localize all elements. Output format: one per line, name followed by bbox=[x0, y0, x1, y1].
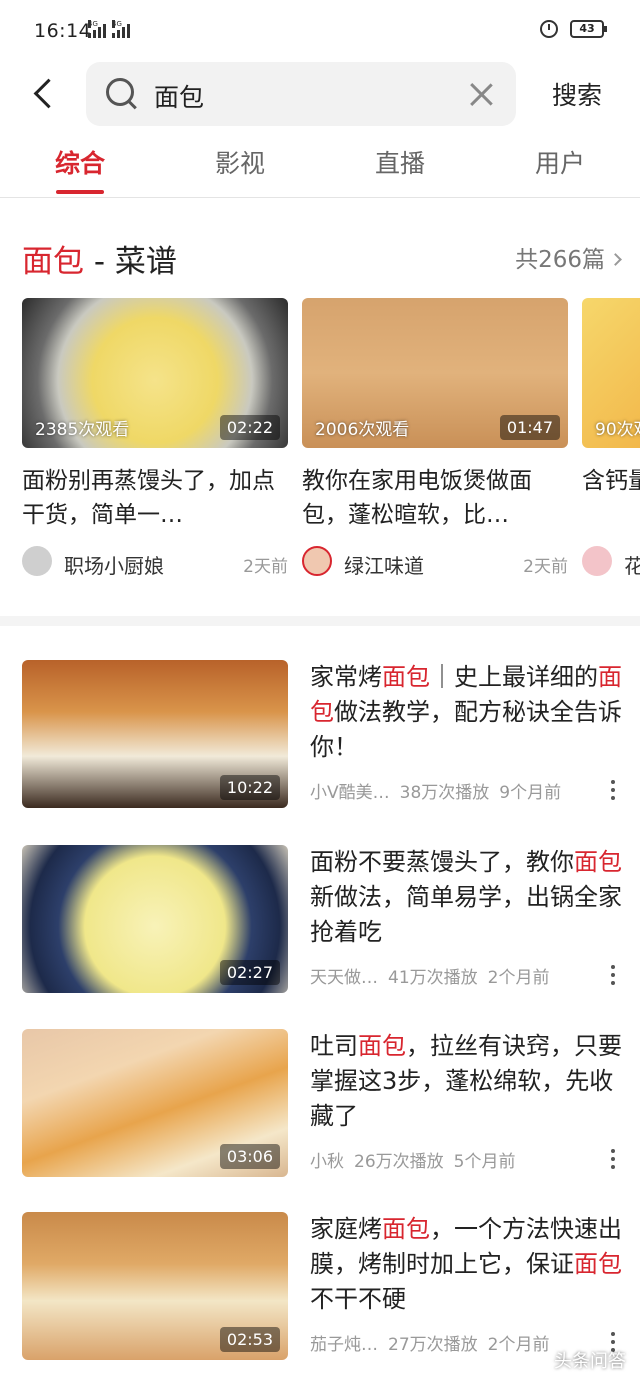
avatar bbox=[302, 546, 332, 576]
video-thumbnail: 10:22 bbox=[22, 660, 288, 808]
recipe-thumbnail: 2006次观看 01:47 bbox=[302, 298, 568, 448]
alarm-icon bbox=[540, 20, 558, 38]
video-author: 小V酷美… bbox=[310, 783, 390, 803]
video-author: 天天做… bbox=[310, 968, 378, 988]
recipe-card[interactable]: 2385次观看 02:22 面粉别再蒸馒头了，加点干货，简单一… 职场小厨娘 2… bbox=[22, 298, 288, 578]
tab-bar: 综合 影视 直播 用户 bbox=[0, 140, 640, 198]
recipe-title: 含钙量倍，多 bbox=[582, 468, 640, 494]
clear-icon[interactable] bbox=[468, 81, 494, 107]
video-time: 2个月前 bbox=[487, 968, 550, 988]
more-options-icon[interactable] bbox=[610, 780, 616, 802]
video-title: 家常烤面包｜史上最详细的面包做法教学，配方秘诀全告诉你！ bbox=[310, 663, 622, 761]
video-list-item[interactable]: 02:27 面粉不要蒸馒头了，教你面包新做法，简单易学，出锅全家抢着吃 天天做…… bbox=[22, 845, 622, 995]
more-options-icon[interactable] bbox=[610, 965, 616, 987]
recipe-author: 职场小厨娘 bbox=[64, 554, 164, 578]
video-time: 5个月前 bbox=[453, 1152, 516, 1172]
avatar bbox=[22, 546, 52, 576]
recipe-title: 教你在家用电饭煲做面包，蓬松暄软，比… bbox=[302, 468, 532, 528]
recipe-time: 2天前 bbox=[243, 557, 288, 577]
search-input[interactable]: 面包 bbox=[86, 62, 516, 126]
back-button[interactable] bbox=[26, 74, 62, 114]
recipe-thumbnail: 2385次观看 02:22 bbox=[22, 298, 288, 448]
tab-film[interactable]: 影视 bbox=[200, 144, 280, 180]
video-plays: 27万次播放 bbox=[388, 1335, 478, 1355]
video-list-item[interactable]: 10:22 家常烤面包｜史上最详细的面包做法教学，配方秘诀全告诉你！ 小V酷美…… bbox=[22, 660, 622, 810]
video-title: 吐司面包，拉丝有诀窍，只要掌握这3步，蓬松绵软，先收藏了 bbox=[310, 1032, 622, 1130]
video-time: 9个月前 bbox=[499, 783, 562, 803]
video-title: 面粉不要蒸馒头了，教你面包新做法，简单易学，出锅全家抢着吃 bbox=[310, 848, 622, 946]
video-list-item[interactable]: 03:06 吐司面包，拉丝有诀窍，只要掌握这3步，蓬松绵软，先收藏了 小秋 26… bbox=[22, 1029, 622, 1179]
status-time: 16:14 bbox=[34, 20, 92, 42]
recipe-carousel[interactable]: 2385次观看 02:22 面粉别再蒸馒头了，加点干货，简单一… 职场小厨娘 2… bbox=[0, 298, 640, 588]
recipe-count-link[interactable]: 共266篇 bbox=[515, 240, 622, 274]
battery-icon: 43 bbox=[570, 20, 607, 38]
video-thumbnail: 03:06 bbox=[22, 1029, 288, 1177]
video-author: 小秋 bbox=[310, 1152, 344, 1172]
video-title: 家庭烤面包，一个方法快速出膜，烤制时加上它，保证面包不干不硬 bbox=[310, 1215, 622, 1313]
recipe-author: 绿江味道 bbox=[344, 554, 424, 578]
tab-comprehensive[interactable]: 综合 bbox=[40, 144, 120, 180]
search-query: 面包 bbox=[154, 83, 205, 112]
active-tab-indicator bbox=[56, 190, 104, 194]
recipe-card[interactable]: 90次观 含钙量倍，多 花 bbox=[582, 298, 640, 578]
avatar bbox=[582, 546, 612, 576]
status-bar: 16:14 4G 4G 43 bbox=[0, 0, 640, 60]
recipe-card[interactable]: 2006次观看 01:47 教你在家用电饭煲做面包，蓬松暄软，比… 绿江味道 2… bbox=[302, 298, 568, 578]
recipe-title: 面粉别再蒸馒头了，加点干货，简单一… bbox=[22, 468, 275, 528]
recipe-section-title: 面包 - 菜谱 bbox=[22, 244, 177, 280]
more-options-icon[interactable] bbox=[610, 1149, 616, 1171]
video-plays: 41万次播放 bbox=[388, 968, 478, 988]
signal-indicators: 4G 4G bbox=[88, 20, 130, 38]
video-author: 茄子炖… bbox=[310, 1335, 378, 1355]
signal-icon: 4G bbox=[88, 20, 106, 38]
signal-icon: 4G bbox=[112, 20, 130, 38]
recipe-author: 花 bbox=[624, 554, 640, 578]
section-divider bbox=[0, 616, 640, 626]
video-thumbnail: 02:53 bbox=[22, 1212, 288, 1360]
video-list-item[interactable]: 02:53 家庭烤面包，一个方法快速出膜，烤制时加上它，保证面包不干不硬 茄子炖… bbox=[22, 1212, 622, 1362]
chevron-right-icon bbox=[609, 253, 622, 266]
recipe-time: 2天前 bbox=[523, 557, 568, 577]
video-time: 2个月前 bbox=[487, 1335, 550, 1355]
video-thumbnail: 02:27 bbox=[22, 845, 288, 993]
watermark: 头条问答 bbox=[554, 1351, 626, 1372]
video-plays: 26万次播放 bbox=[354, 1152, 444, 1172]
tab-live[interactable]: 直播 bbox=[360, 144, 440, 180]
search-icon bbox=[106, 78, 138, 110]
video-plays: 38万次播放 bbox=[399, 783, 490, 803]
search-button[interactable]: 搜索 bbox=[552, 76, 602, 112]
recipe-thumbnail: 90次观 bbox=[582, 298, 640, 448]
tab-users[interactable]: 用户 bbox=[520, 144, 600, 180]
